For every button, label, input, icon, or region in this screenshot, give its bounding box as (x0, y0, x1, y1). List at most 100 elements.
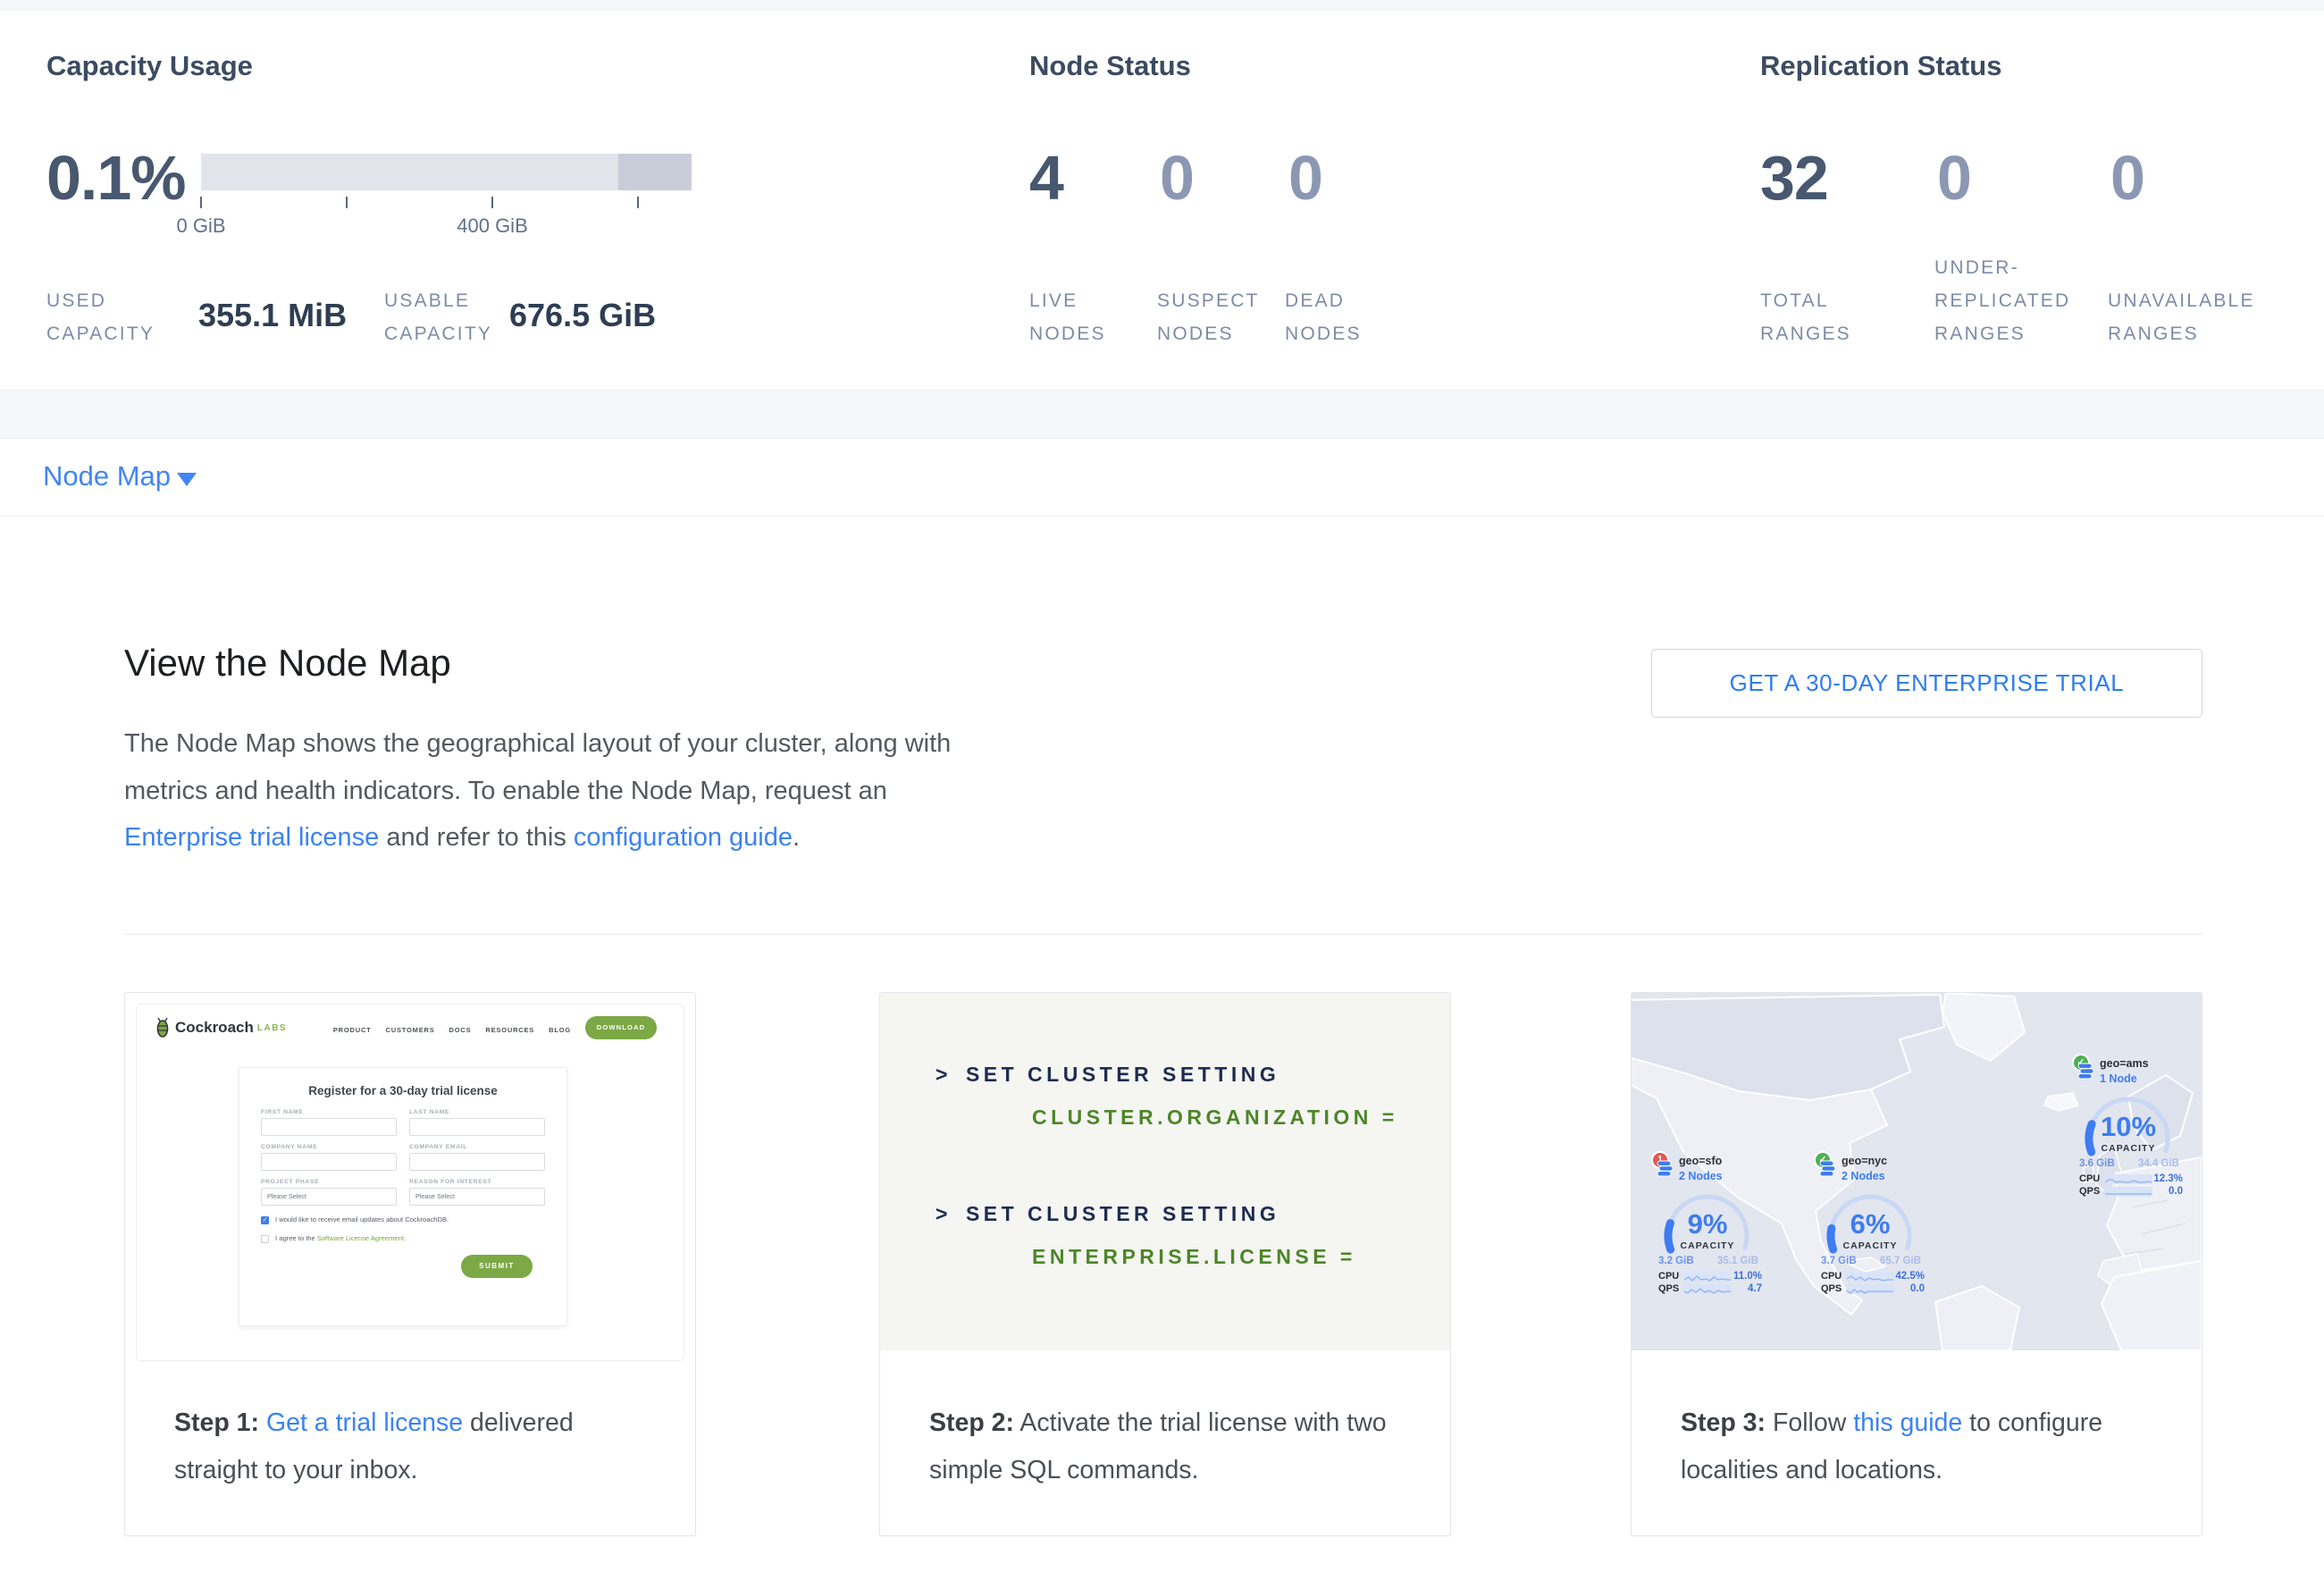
total-value: 35.1 GiB (1717, 1256, 1758, 1266)
step2-card: >SET CLUSTER SETTING CLUSTER.ORGANIZATIO… (879, 992, 1451, 1536)
divider (124, 934, 2202, 935)
capacity-label: CAPACITY (1821, 1240, 1919, 1251)
step1-caption: Step 1: Get a trial license delivered st… (174, 1400, 656, 1494)
this-guide-link[interactable]: this guide (1853, 1408, 1962, 1437)
qps-label: QPS (2079, 1186, 2104, 1197)
brand-suffix: LABS (257, 1023, 287, 1033)
last-name-field (409, 1118, 545, 1136)
step2-caption: Step 2: Activate the trial license with … (929, 1400, 1411, 1494)
nav-item: DOCS (449, 1026, 472, 1034)
get-trial-license-link[interactable]: Get a trial license (266, 1408, 463, 1437)
email-updates-checkbox-label: I would like to receive email updates ab… (275, 1215, 449, 1223)
qps-value: 0.0 (2152, 1186, 2183, 1197)
field-label: REASON FOR INTEREST (409, 1179, 545, 1185)
enterprise-trial-license-link[interactable]: Enterprise trial license (124, 823, 379, 852)
capacity-tick (491, 197, 493, 208)
nav-item: BLOG (549, 1026, 571, 1034)
usable-capacity-label: USABLE CAPACITY (384, 284, 492, 350)
capacity-tick-label-0: 0 GiB (147, 214, 255, 238)
cluster-stats-section: Capacity Usage Node Status Replication S… (0, 11, 2324, 391)
capacity-bar-other-segment (618, 154, 692, 190)
cpu-value: 12.3% (2152, 1173, 2183, 1184)
sql-command: SET CLUSTER SETTING (966, 1063, 1279, 1086)
configuration-guide-link[interactable]: configuration guide (574, 823, 793, 852)
nav-item: RESOURCES (485, 1026, 534, 1034)
step3-caption: Step 3: Follow this guide to configure l… (1681, 1400, 2162, 1494)
unavailable-ranges-value: 0 (2110, 145, 2144, 211)
trial-license-form: Register for a 30-day trial license FIRS… (239, 1067, 567, 1326)
capacity-percent: 6% (1821, 1208, 1919, 1240)
suspect-nodes-value: 0 (1160, 145, 1194, 211)
total-value: 34.4 GiB (2138, 1158, 2179, 1169)
used-capacity-value: 355.1 MiB (198, 297, 347, 334)
database-icon (1657, 1160, 1674, 1177)
license-agreement-checkbox-label: I agree to the Software License Agreemen… (275, 1234, 406, 1242)
capacity-percent-value: 0.1% (46, 145, 186, 211)
capacity-percent: 10% (2079, 1111, 2177, 1143)
cpu-sparkline (2104, 1174, 2152, 1184)
submit-button: SUBMIT (461, 1255, 533, 1278)
database-icon (2077, 1063, 2094, 1080)
capacity-tick (346, 197, 348, 208)
capacity-bar (201, 154, 692, 190)
field-label: PROJECT PHASE (261, 1179, 397, 1185)
field-label: COMPANY EMAIL (409, 1144, 545, 1150)
field-label: LAST NAME (409, 1109, 545, 1115)
suspect-nodes-label: SUSPECT NODES (1157, 284, 1260, 350)
node-map-illustration: 1 geo=sfo 2 Nodes 9% CAPACITY 3.2 GiB35.… (1632, 993, 2202, 1350)
checkbox-checked-icon: ✓ (261, 1216, 269, 1224)
capacity-tick-label-400: 400 GiB (439, 214, 546, 238)
nav-item: CUSTOMERS (386, 1026, 435, 1034)
cpu-sparkline (1683, 1272, 1732, 1282)
total-value: 65.7 GiB (1880, 1256, 1921, 1266)
step3-card: 1 geo=sfo 2 Nodes 9% CAPACITY 3.2 GiB35.… (1631, 992, 2202, 1536)
intro-text: and refer to this (379, 823, 574, 852)
download-button: DOWNLOAD (585, 1016, 657, 1039)
locality-node-count: 2 Nodes (1842, 1170, 1885, 1182)
node-map-dropdown-label[interactable]: Node Map (43, 460, 171, 492)
cockroach-labs-logo: Cockroach LABS (155, 1017, 287, 1038)
locality-node-count: 2 Nodes (1679, 1170, 1723, 1182)
intro-text: . (793, 823, 800, 852)
nav-item: PRODUCT (333, 1026, 372, 1034)
capacity-tick (637, 197, 639, 208)
sql-prompt: > (935, 1063, 952, 1086)
node-map-placeholder-section: View the Node Map The Node Map shows the… (0, 517, 2324, 1589)
cpu-label: CPU (1821, 1271, 1846, 1282)
qps-value: 0.0 (1894, 1283, 1925, 1294)
qps-sparkline (1683, 1284, 1732, 1294)
used-value: 3.7 GiB (1821, 1256, 1857, 1266)
step1-card: Cockroach LABS PRODUCT CUSTOMERS DOCS RE… (124, 992, 696, 1536)
capacity-tick (200, 197, 202, 208)
intro-text: The Node Map shows the geographical layo… (124, 729, 951, 805)
page-title: View the Node Map (124, 642, 451, 685)
capacity-percent: 9% (1658, 1208, 1757, 1240)
cpu-value: 42.5% (1894, 1271, 1925, 1282)
locality-node-count: 1 Node (2100, 1072, 2137, 1085)
sql-setting-name: ENTERPRISE.LICENSE = (1032, 1245, 1356, 1268)
under-replicated-ranges-value: 0 (1937, 145, 1971, 211)
live-nodes-value: 4 (1029, 145, 1063, 211)
get-enterprise-trial-button[interactable]: GET A 30-DAY ENTERPRISE TRIAL (1651, 649, 2202, 718)
view-selector-bar[interactable]: Node Map (0, 438, 2324, 517)
node-status-title: Node Status (1029, 50, 1191, 82)
locality-name: geo=sfo (1679, 1155, 1722, 1167)
chevron-down-icon (177, 473, 197, 486)
intro-paragraph: The Node Map shows the geographical layo… (124, 720, 980, 862)
sql-prompt: > (935, 1202, 952, 1225)
dead-nodes-value: 0 (1288, 145, 1322, 211)
first-name-field (261, 1118, 397, 1136)
sql-commands-illustration: >SET CLUSTER SETTING CLUSTER.ORGANIZATIO… (880, 993, 1450, 1350)
live-nodes-label: LIVE NODES (1029, 284, 1106, 350)
qps-sparkline (2104, 1187, 2152, 1197)
reason-select: Please Select (409, 1188, 545, 1206)
registration-page-screenshot: Cockroach LABS PRODUCT CUSTOMERS DOCS RE… (136, 1004, 684, 1361)
capacity-usage-title: Capacity Usage (46, 50, 253, 82)
locality-name: geo=ams (2100, 1057, 2149, 1070)
project-phase-select: Please Select (261, 1188, 397, 1206)
usable-capacity-value: 676.5 GiB (509, 297, 656, 334)
database-icon (1819, 1160, 1836, 1177)
capacity-label: CAPACITY (2079, 1143, 2177, 1154)
company-name-field (261, 1153, 397, 1171)
qps-label: QPS (1658, 1283, 1683, 1294)
